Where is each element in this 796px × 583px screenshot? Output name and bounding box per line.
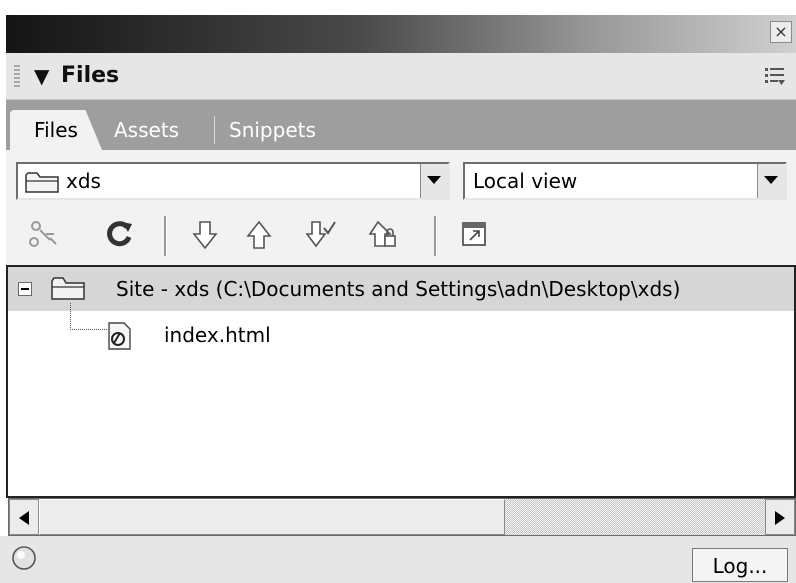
chevron-right-icon [775,511,785,525]
gripper-icon[interactable] [14,65,20,87]
refresh-icon[interactable] [102,218,136,252]
panel-title[interactable]: Files [61,61,119,91]
tree-row-file[interactable]: index.html [8,315,794,355]
site-root-label: Site - xds (C:\Documents and Settings\ad… [116,277,681,301]
status-bar: Log... [0,536,796,583]
toolbar-separator [164,216,167,256]
chevron-down-icon [427,176,441,184]
check-in-icon[interactable] [366,218,400,252]
view-select-value: Local view [473,169,578,193]
expand-icon[interactable] [458,218,492,252]
options-menu-icon[interactable] [764,65,786,87]
tab-assets[interactable]: Assets [114,110,179,150]
folder-icon [25,172,59,193]
file-label: index.html [164,323,271,347]
toolbar-separator [434,216,437,256]
html-file-icon [108,322,131,350]
tab-divider [214,116,215,144]
tree-row-site-root[interactable]: Site - xds (C:\Documents and Settings\ad… [8,267,794,311]
up-arrow-icon[interactable] [242,218,276,252]
scroll-right-button[interactable] [765,499,795,535]
files-panel: × ▼ Files Files Assets Snippets xds Loca… [0,0,796,583]
close-icon: × [774,22,788,41]
panel-header[interactable]: ▼ Files [6,53,796,100]
close-button[interactable]: × [770,21,792,43]
site-select-dropdown-button[interactable] [420,164,448,198]
scroll-thumb[interactable] [39,499,505,535]
site-select[interactable]: xds [16,162,450,200]
tab-strip: Files Assets Snippets [6,100,796,150]
horizontal-scrollbar[interactable] [8,498,796,536]
view-select-dropdown-button[interactable] [757,164,785,198]
files-toolbar-area: xds Local view [6,150,796,265]
log-button[interactable]: Log... [692,548,788,582]
collapse-arrow-icon[interactable]: ▼ [34,61,49,91]
panel-title-bar[interactable]: × [6,15,796,53]
connect-icon[interactable] [26,218,60,252]
site-select-value: xds [66,169,101,193]
file-tree[interactable]: Site - xds (C:\Documents and Settings\ad… [6,265,796,498]
chevron-left-icon [19,511,29,525]
chevron-down-icon [764,176,778,184]
view-select[interactable]: Local view [463,162,787,200]
folder-icon [51,277,85,300]
tab-files[interactable]: Files [10,110,102,150]
status-indicator-icon [12,546,36,570]
tab-snippets[interactable]: Snippets [229,110,316,150]
scroll-left-button[interactable] [9,499,39,535]
collapse-toggle-icon[interactable] [18,282,32,296]
down-arrow-icon[interactable] [188,218,222,252]
check-out-icon[interactable] [304,218,338,252]
